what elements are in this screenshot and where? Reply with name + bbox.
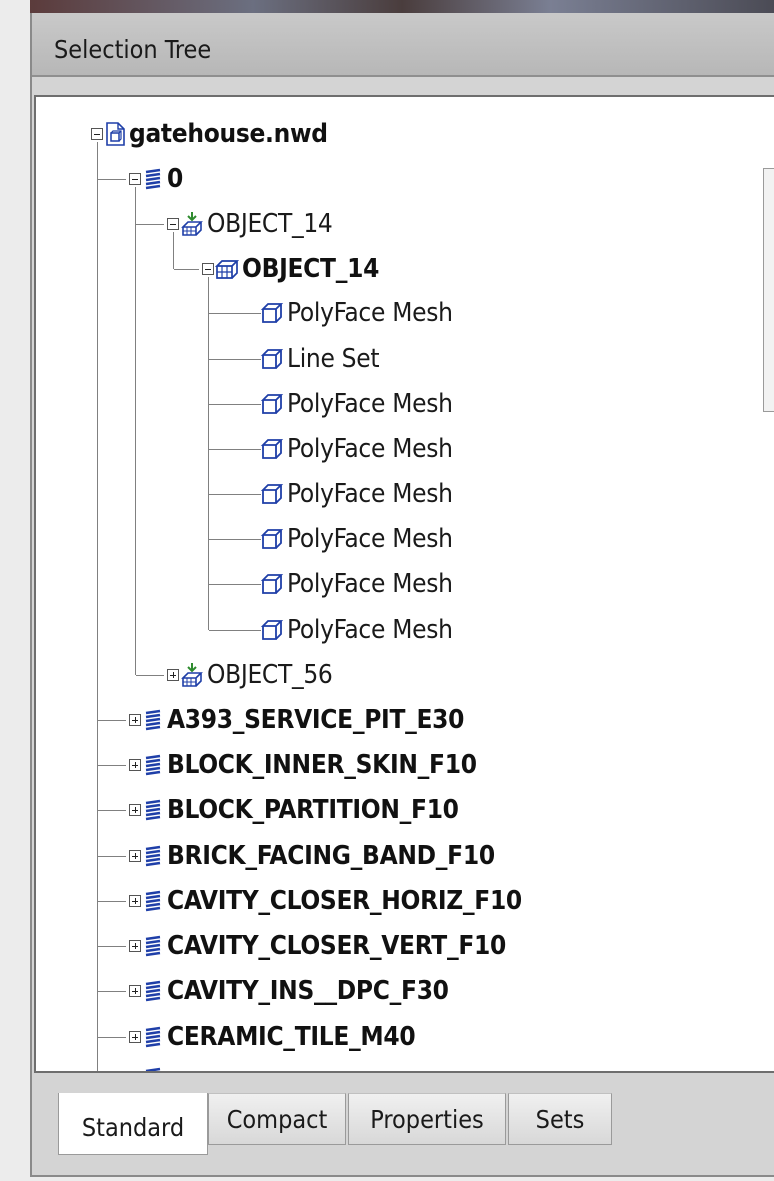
geometry-cube-icon — [260, 303, 284, 323]
expand-toggle[interactable] — [129, 850, 141, 862]
tab-label: Sets — [535, 1104, 585, 1134]
group-icon — [215, 260, 239, 279]
expand-toggle[interactable] — [129, 714, 141, 726]
expand-toggle[interactable] — [129, 895, 141, 907]
expand-toggle[interactable] — [129, 985, 141, 997]
tree-node-root[interactable]: gatehouse.nwd — [91, 115, 328, 153]
tree-node-layer[interactable]: CAVITY_CLOSER_HORIZ_F10 — [129, 882, 522, 920]
tree-node-geometry[interactable]: PolyFace Mesh — [260, 385, 453, 423]
tree-node-geometry[interactable]: PolyFace Mesh — [260, 520, 453, 558]
tree-node-label: PolyFace Mesh — [287, 569, 453, 599]
tree-node-label: CAVITY_CLOSER_VERT_F10 — [167, 931, 506, 961]
layer-icon — [145, 1067, 161, 1071]
layer-icon — [145, 980, 161, 1002]
tab-sets[interactable]: Sets — [508, 1093, 612, 1145]
tab-label: Compact — [226, 1104, 328, 1134]
tree-node-label: Line Set — [287, 344, 380, 374]
layer-icon — [145, 1026, 161, 1048]
tree-node-label: OBJECT_56 — [207, 660, 333, 690]
tree-node-label: CERAMIC_TILE_M40 — [167, 1022, 416, 1052]
tree-node-geometry[interactable]: PolyFace Mesh — [260, 475, 453, 513]
tree-node-geometry[interactable]: Line Set — [260, 340, 380, 378]
tree-node-geometry[interactable]: PolyFace Mesh — [260, 611, 453, 649]
tree-node-label: OBJECT_14 — [207, 209, 333, 239]
layer-icon — [145, 890, 161, 912]
insert-icon — [181, 663, 203, 687]
collapse-toggle[interactable] — [91, 128, 103, 140]
expand-toggle[interactable] — [129, 804, 141, 816]
tree-node-geometry[interactable]: PolyFace Mesh — [260, 565, 453, 603]
layer-icon — [145, 709, 161, 731]
tab-compact[interactable]: Compact — [208, 1093, 346, 1145]
tree-node-label: OBJECT_14 — [242, 254, 380, 284]
tree-node-layer[interactable]: CAVITY_INS__DPC_F30 — [129, 972, 449, 1010]
tree-node-object-56[interactable]: OBJECT_56 — [167, 656, 333, 694]
tab-properties[interactable]: Properties — [348, 1093, 506, 1145]
tree-node-label: BLOCK_PARTITION_F10 — [167, 795, 459, 825]
geometry-cube-icon — [260, 620, 284, 640]
geometry-cube-icon — [260, 349, 284, 369]
expand-toggle[interactable] — [129, 759, 141, 771]
tree-node-label: BLOCK_INNER_SKIN_F10 — [167, 750, 477, 780]
tree-node-geometry[interactable]: PolyFace Mesh — [260, 430, 453, 468]
layer-icon — [145, 935, 161, 957]
collapse-toggle[interactable] — [202, 263, 214, 275]
layer-icon — [145, 754, 161, 776]
tree-node-layer[interactable]: BLOCK_INNER_SKIN_F10 — [129, 746, 477, 784]
tree-node-label: BRICK_FACING_BAND_F10 — [167, 841, 495, 871]
expand-toggle[interactable] — [129, 1072, 141, 1073]
background-strip — [30, 0, 774, 13]
vertical-scrollbar[interactable] — [763, 168, 774, 412]
tree-node-label: PolyFace Mesh — [287, 479, 453, 509]
geometry-cube-icon — [260, 484, 284, 504]
file-icon — [106, 122, 125, 146]
layer-icon — [145, 799, 161, 821]
tree-node-object-14-group[interactable]: OBJECT_14 — [202, 250, 379, 288]
geometry-cube-icon — [260, 439, 284, 459]
tree-panel[interactable]: gatehouse.nwd 0 OBJECT_14 OBJECT_14 Poly — [34, 95, 774, 1073]
geometry-cube-icon — [260, 574, 284, 594]
tab-label: Properties — [370, 1104, 484, 1134]
tree-node-label: PolyFace Mesh — [287, 524, 453, 554]
tree-node-layer-0[interactable]: 0 — [129, 160, 183, 198]
tree-node-label: PolyFace Mesh — [287, 615, 453, 645]
tree-node-layer[interactable]: CAVITY_CLOSER_VERT_F10 — [129, 927, 506, 965]
window-title: Selection Tree — [54, 35, 212, 64]
collapse-toggle[interactable] — [167, 218, 179, 230]
tree-node-layer-clipped[interactable] — [129, 1059, 167, 1073]
collapse-toggle[interactable] — [129, 173, 141, 185]
tab-label: Standard — [81, 1113, 185, 1142]
tree-node-label: PolyFace Mesh — [287, 434, 453, 464]
tree-node-layer[interactable]: BRICK_FACING_BAND_F10 — [129, 837, 495, 875]
insert-icon — [181, 212, 203, 236]
tree-node-label: gatehouse.nwd — [129, 119, 328, 149]
expand-toggle[interactable] — [129, 1031, 141, 1043]
expand-toggle[interactable] — [129, 940, 141, 952]
expand-toggle[interactable] — [167, 669, 179, 681]
tab-bar: Standard Compact Properties Sets — [58, 1093, 658, 1155]
tree-node-label: CAVITY_INS__DPC_F30 — [167, 976, 449, 1006]
tree-node-object-14-insert[interactable]: OBJECT_14 — [167, 205, 333, 243]
tree-node-label: PolyFace Mesh — [287, 298, 453, 328]
tree-node-label: 0 — [167, 164, 183, 194]
tree-node-layer[interactable]: A393_SERVICE_PIT_E30 — [129, 701, 464, 739]
tree-node-label: A393_SERVICE_PIT_E30 — [167, 705, 465, 735]
tree-node-layer[interactable]: BLOCK_PARTITION_F10 — [129, 791, 459, 829]
tab-standard[interactable]: Standard — [58, 1093, 208, 1155]
tree-node-geometry[interactable]: PolyFace Mesh — [260, 294, 453, 332]
layer-icon — [145, 168, 161, 190]
tree-node-label: PolyFace Mesh — [287, 389, 453, 419]
window-titlebar[interactable]: Selection Tree — [32, 13, 774, 77]
geometry-cube-icon — [260, 394, 284, 414]
geometry-cube-icon — [260, 529, 284, 549]
layer-icon — [145, 845, 161, 867]
tree-node-label: CAVITY_CLOSER_HORIZ_F10 — [167, 886, 522, 916]
tree-node-layer[interactable]: CERAMIC_TILE_M40 — [129, 1018, 416, 1056]
